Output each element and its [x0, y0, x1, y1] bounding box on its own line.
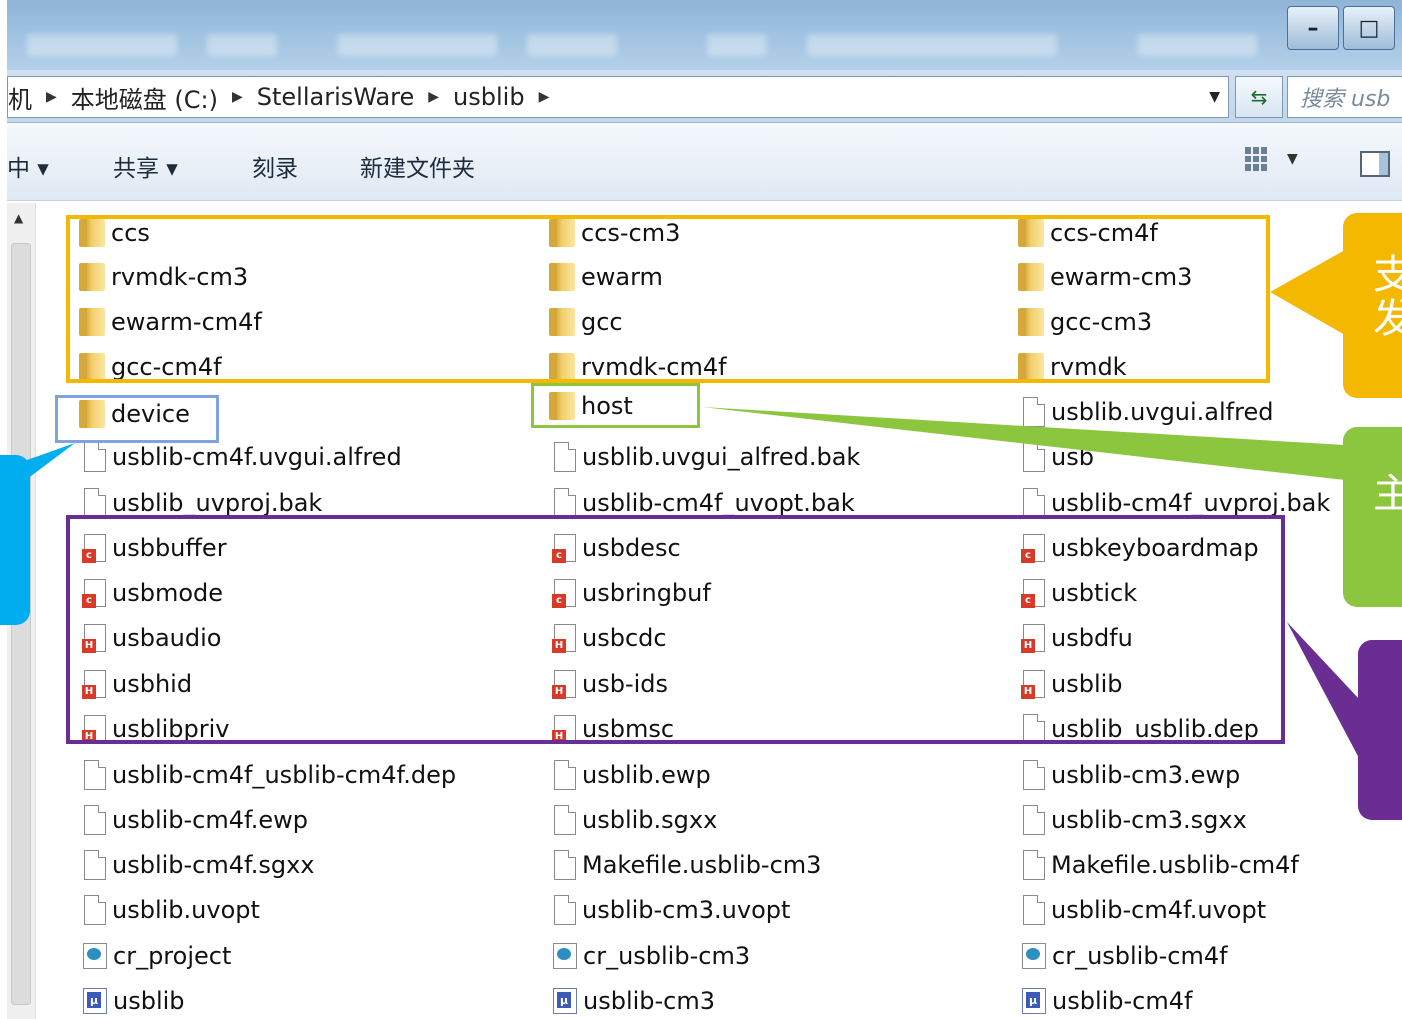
callout-pointers	[7, 250, 1360, 760]
callout-purple	[1358, 640, 1402, 820]
purple-callout-pointer	[1287, 622, 1360, 760]
yellow-callout-pointer	[1270, 250, 1345, 335]
callout-green: 主	[1343, 427, 1402, 607]
callout-yellow: 支 发	[1343, 213, 1402, 398]
callout-blue	[0, 455, 30, 625]
explorer-window: – □ 机 ▶ 本地磁盘 (C:) ▶ StellarisWare ▶ usbl…	[7, 0, 1402, 1019]
green-callout-pointer	[702, 407, 1345, 480]
